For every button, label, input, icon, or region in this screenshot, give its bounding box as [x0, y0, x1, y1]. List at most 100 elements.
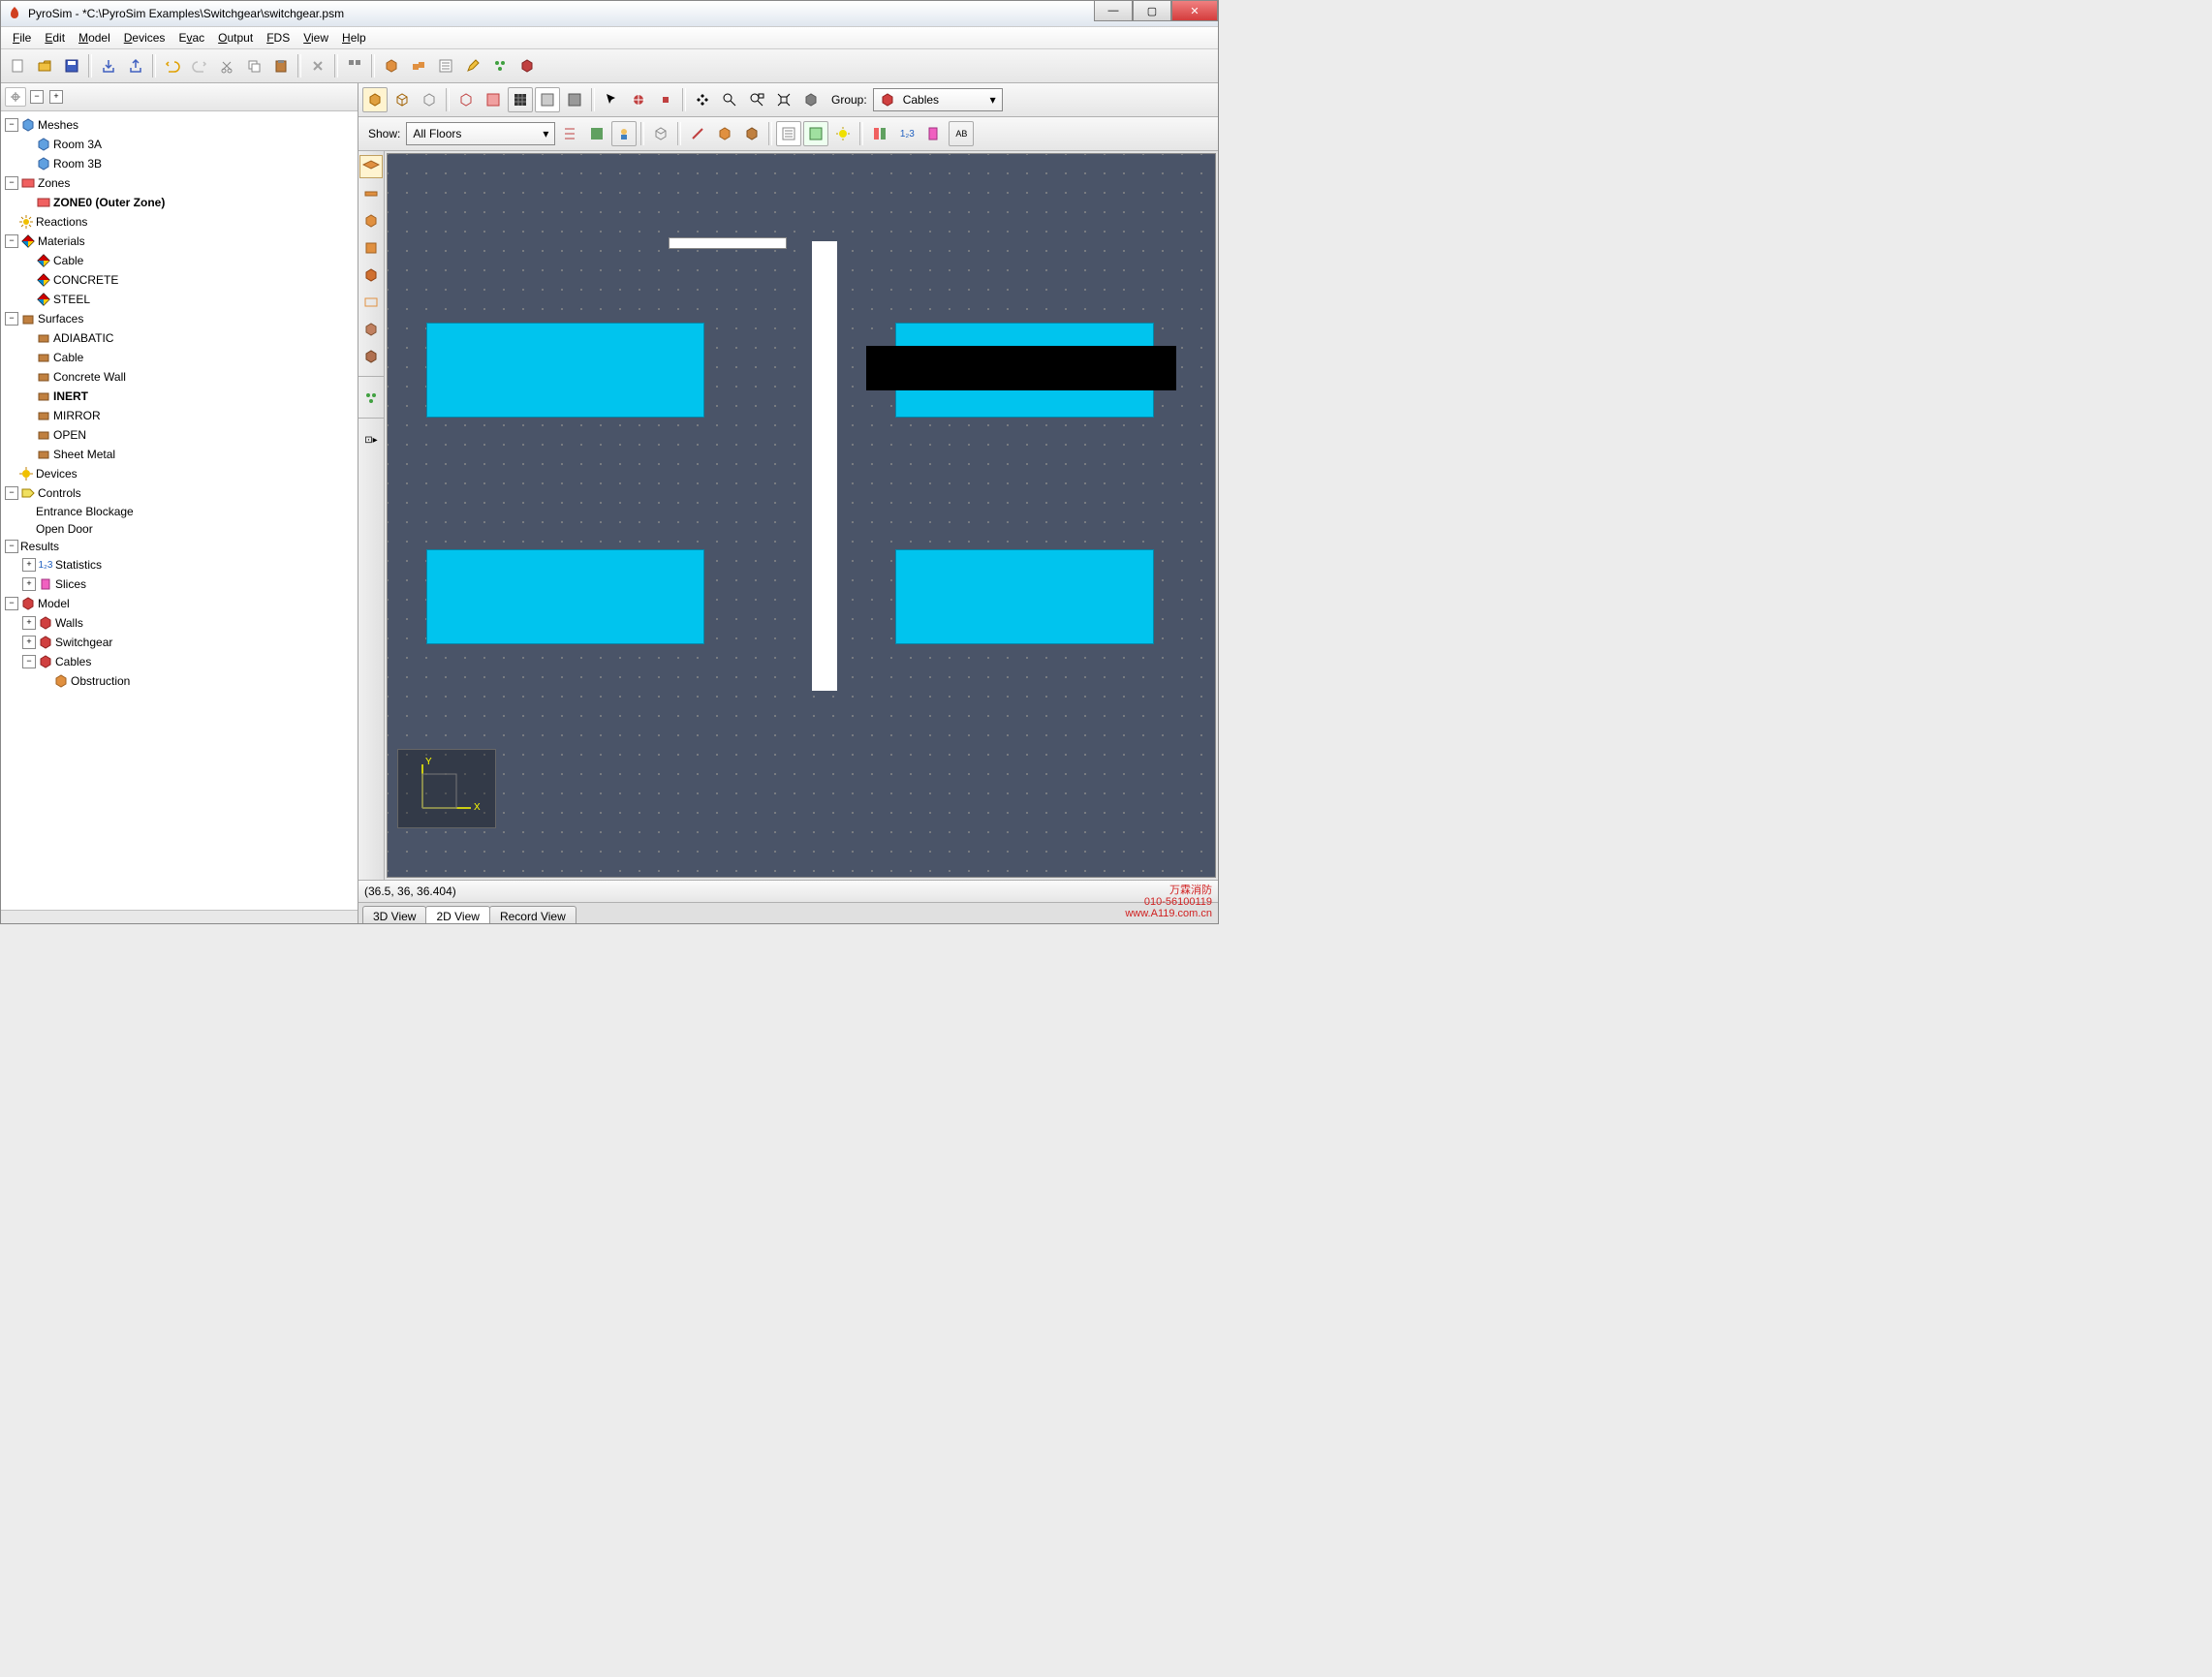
reset-tool-button[interactable]: [798, 87, 824, 112]
expander-icon[interactable]: −: [22, 655, 36, 668]
tree-node-walls[interactable]: Walls: [55, 616, 83, 630]
vis-toggle-9[interactable]: [921, 121, 947, 146]
delete-button[interactable]: [305, 53, 330, 78]
view-grid-button[interactable]: [508, 87, 533, 112]
vis-toggle-1[interactable]: [685, 121, 710, 146]
tree-node-slices[interactable]: Slices: [55, 577, 86, 591]
draw-device-button[interactable]: ⊡▸: [359, 428, 383, 451]
edit-tool-button[interactable]: [460, 53, 485, 78]
expander-icon[interactable]: +: [22, 616, 36, 630]
tree-node-steel[interactable]: STEEL: [53, 293, 90, 306]
tree-node-concrete[interactable]: CONCRETE: [53, 273, 118, 287]
floor-sel-button[interactable]: [611, 121, 637, 146]
expander-icon[interactable]: −: [5, 486, 18, 500]
tree-node-entranceblockage[interactable]: Entrance Blockage: [36, 505, 134, 518]
tab-2d-view[interactable]: 2D View: [425, 906, 489, 924]
menu-fds[interactable]: FDS: [261, 29, 296, 47]
view-outline-button[interactable]: [417, 87, 442, 112]
export-button[interactable]: [123, 53, 148, 78]
vis-toggle-7[interactable]: [867, 121, 892, 146]
tree-node-mirror[interactable]: MIRROR: [53, 409, 101, 422]
tree-node-controls[interactable]: Controls: [38, 486, 81, 500]
paste-button[interactable]: [268, 53, 294, 78]
zones-tool-button[interactable]: [406, 53, 431, 78]
rotate-tool-button[interactable]: [653, 87, 678, 112]
tree-node-devices[interactable]: Devices: [36, 467, 78, 481]
tree-node-cables[interactable]: Cables: [55, 655, 91, 668]
tree-node-materials[interactable]: Materials: [38, 234, 85, 248]
tree-node-switchgear[interactable]: Switchgear: [55, 636, 112, 649]
fit-tool-button[interactable]: [771, 87, 796, 112]
vis-toggle-4[interactable]: [776, 121, 801, 146]
draw-slab-button[interactable]: [359, 155, 383, 178]
vis-toggle-6[interactable]: [830, 121, 856, 146]
tree-node-cable[interactable]: Cable: [53, 254, 83, 267]
view-front-button[interactable]: [562, 87, 587, 112]
tree-node-concretewall[interactable]: Concrete Wall: [53, 370, 126, 384]
expander-icon[interactable]: +: [22, 636, 36, 649]
tree-node-opendoor[interactable]: Open Door: [36, 522, 93, 536]
list-tool-button[interactable]: [433, 53, 458, 78]
cube-wire-button[interactable]: [648, 121, 673, 146]
tree-node-surfaces[interactable]: Surfaces: [38, 312, 83, 326]
tree-node-zones[interactable]: Zones: [38, 176, 70, 190]
vis-toggle-2[interactable]: [712, 121, 737, 146]
menu-edit[interactable]: Edit: [39, 29, 71, 47]
tree-node-adiabatic[interactable]: ADIABATIC: [53, 331, 113, 345]
menu-devices[interactable]: Devices: [118, 29, 171, 47]
tree-node-room3a[interactable]: Room 3A: [53, 138, 102, 151]
draw-cyl-button[interactable]: [359, 264, 383, 287]
draw-particles-button[interactable]: [359, 387, 383, 410]
group-button[interactable]: [342, 53, 367, 78]
menu-output[interactable]: Output: [212, 29, 259, 47]
tree-node-room3b[interactable]: Room 3B: [53, 157, 102, 171]
navigator-tree[interactable]: −Meshes Room 3A Room 3B −Zones ZONE0 (Ou…: [1, 111, 358, 910]
view-ortho-button[interactable]: [481, 87, 506, 112]
draw-box-button[interactable]: [359, 209, 383, 233]
draw-hole-button[interactable]: [359, 318, 383, 341]
expander-icon[interactable]: −: [5, 176, 18, 190]
new-button[interactable]: [5, 53, 30, 78]
tree-node-meshes[interactable]: Meshes: [38, 118, 78, 132]
menu-help[interactable]: Help: [336, 29, 372, 47]
vis-toggle-5[interactable]: [803, 121, 828, 146]
floor-next-button[interactable]: [584, 121, 609, 146]
draw-rect-button[interactable]: [359, 291, 383, 314]
undo-button[interactable]: [160, 53, 185, 78]
vis-toggle-8[interactable]: 1₂3: [894, 121, 919, 146]
view-top-button[interactable]: [535, 87, 560, 112]
nav-scrollbar[interactable]: [1, 910, 358, 924]
expander-icon[interactable]: +: [22, 558, 36, 572]
import-button[interactable]: [96, 53, 121, 78]
menu-view[interactable]: View: [297, 29, 334, 47]
open-button[interactable]: [32, 53, 57, 78]
tab-record-view[interactable]: Record View: [489, 906, 576, 924]
expander-icon[interactable]: −: [5, 234, 18, 248]
particles-button[interactable]: [487, 53, 513, 78]
expand-all-button[interactable]: +: [49, 90, 63, 104]
redo-button[interactable]: [187, 53, 212, 78]
move-tool-button[interactable]: [626, 87, 651, 112]
close-button[interactable]: ✕: [1171, 1, 1218, 21]
zoom-tool-button[interactable]: [717, 87, 742, 112]
expander-icon[interactable]: −: [5, 118, 18, 132]
tree-node-obstruction[interactable]: Obstruction: [71, 674, 130, 688]
floor-prev-button[interactable]: [557, 121, 582, 146]
draw-block-button[interactable]: [359, 236, 383, 260]
tree-node-model[interactable]: Model: [38, 597, 70, 610]
menu-file[interactable]: File: [7, 29, 37, 47]
group-combo[interactable]: Cables ▾: [873, 88, 1003, 111]
expander-icon[interactable]: +: [22, 577, 36, 591]
tab-3d-view[interactable]: 3D View: [362, 906, 426, 924]
maximize-button[interactable]: ▢: [1133, 1, 1171, 21]
tree-node-statistics[interactable]: Statistics: [55, 558, 102, 572]
select-tool-button[interactable]: [599, 87, 624, 112]
menu-evac[interactable]: Evac: [172, 29, 210, 47]
mesh-tool-button[interactable]: [379, 53, 404, 78]
tree-node-results[interactable]: Results: [20, 540, 59, 553]
tree-node-open[interactable]: OPEN: [53, 428, 86, 442]
minimize-button[interactable]: —: [1094, 1, 1133, 21]
tree-node-sheetmetal[interactable]: Sheet Metal: [53, 448, 115, 461]
pan-tool-button[interactable]: [690, 87, 715, 112]
tree-toggle-button[interactable]: [5, 87, 26, 107]
